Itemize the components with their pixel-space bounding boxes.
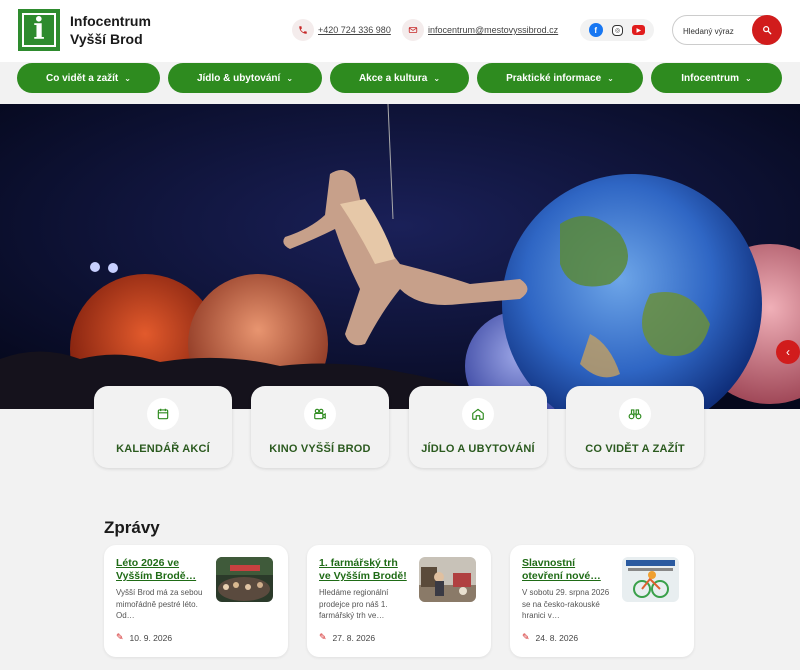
news-card[interactable]: 1. farmářský trh ve Vyšším Brodě! Hledám… — [307, 545, 491, 657]
tile-label: KINO VYŠŠÍ BROD — [269, 443, 371, 455]
news-date: ✎ 27. 8. 2026 — [319, 632, 375, 643]
news-thumbnail[interactable] — [622, 557, 679, 602]
calendar-icon — [147, 398, 179, 430]
youtube-icon[interactable]: ▶ — [632, 25, 646, 35]
news-date-text: 24. 8. 2026 — [535, 632, 579, 643]
news-thumbnail[interactable] — [216, 557, 273, 602]
hero-image: ‹ — [0, 104, 800, 409]
search-icon — [763, 26, 772, 35]
pin-icon: ✎ — [319, 632, 327, 642]
pin-icon: ✎ — [522, 632, 530, 642]
nav-label: Akce a kultura — [358, 72, 428, 84]
news-date: ✎ 10. 9. 2026 — [116, 632, 172, 643]
chevron-down-icon: ⌄ — [433, 73, 441, 83]
site-name[interactable]: Infocentrum Vyšší Brod — [70, 12, 151, 48]
binoculars-icon — [619, 398, 651, 430]
email-link[interactable]: infocentrum@mestovyssibrod.cz — [402, 19, 558, 41]
news-card[interactable]: Léto 2026 ve Vyšším Brodě… Vyšší Brod má… — [104, 545, 288, 657]
site-name-line1: Infocentrum — [70, 13, 151, 29]
mail-icon — [402, 19, 424, 41]
nav-prakticke[interactable]: Praktické informace ⌄ — [477, 63, 643, 93]
info-logo-icon: i — [22, 13, 56, 47]
nav-label: Infocentrum — [681, 72, 740, 84]
tile-kino[interactable]: KINO VYŠŠÍ BROD — [251, 386, 389, 468]
search-box — [672, 15, 782, 45]
search-input[interactable] — [683, 24, 751, 38]
pin-icon: ✎ — [116, 632, 124, 642]
instagram-icon[interactable]: ◎ — [611, 24, 623, 36]
news-date-text: 10. 9. 2026 — [129, 632, 173, 643]
tile-kalendar[interactable]: KALENDÁŘ AKCÍ — [94, 386, 232, 468]
news-excerpt: V sobotu 29. srpna 2026 se na česko-rako… — [522, 588, 610, 620]
tile-label: KALENDÁŘ AKCÍ — [116, 443, 210, 455]
news-title[interactable]: Slavnostní otevření nové… — [522, 557, 612, 583]
nav-co-videt[interactable]: Co vidět a zažít ⌄ — [17, 63, 160, 93]
tile-label: CO VIDĚT A ZAŽÍT — [585, 443, 685, 455]
chevron-left-icon[interactable]: ‹ — [776, 340, 800, 364]
social-links: f ◎ ▶ — [580, 19, 654, 41]
nav-label: Jídlo & ubytování — [196, 72, 281, 84]
nav-label: Co vidět a zažít — [46, 72, 119, 84]
facebook-icon[interactable]: f — [588, 23, 603, 37]
news-thumbnail[interactable] — [419, 557, 476, 602]
chevron-down-icon: ⌄ — [745, 73, 752, 83]
chevron-down-icon: ⌄ — [124, 73, 131, 83]
search-button[interactable] — [752, 15, 782, 45]
home-icon — [462, 398, 494, 430]
phone-icon — [292, 19, 314, 41]
chevron-down-icon: ⌄ — [607, 73, 614, 83]
chevron-down-icon: ⌄ — [286, 73, 294, 83]
nav-akce[interactable]: Akce a kultura ⌄ — [330, 63, 469, 93]
nav-infocentrum[interactable]: Infocentrum ⌄ — [651, 63, 782, 93]
tile-co-videt[interactable]: CO VIDĚT A ZAŽÍT — [566, 386, 704, 468]
nav-jidlo[interactable]: Jídlo & ubytování ⌄ — [168, 63, 322, 93]
film-camera-icon — [304, 398, 336, 430]
news-card[interactable]: Slavnostní otevření nové… V sobotu 29. s… — [510, 545, 694, 657]
tile-jidlo[interactable]: JÍDLO A UBYTOVÁNÍ — [409, 386, 547, 468]
site-name-line2: Vyšší Brod — [70, 31, 143, 47]
site-header: i Infocentrum Vyšší Brod +420 724 336 98… — [0, 0, 800, 62]
phone-number: +420 724 336 980 — [318, 25, 391, 35]
news-excerpt: Vyšší Brod má za sebou mimořádně pestré … — [116, 588, 203, 620]
logo[interactable]: i — [18, 9, 60, 51]
news-heading: Zprávy — [104, 518, 160, 537]
hero-photo — [0, 104, 800, 409]
news-date: ✎ 24. 8. 2026 — [522, 632, 578, 643]
nav-label: Praktické informace — [506, 72, 602, 84]
phone-link[interactable]: +420 724 336 980 — [292, 19, 391, 41]
email-address: infocentrum@mestovyssibrod.cz — [428, 25, 559, 35]
news-date-text: 27. 8. 2026 — [332, 632, 376, 643]
news-title[interactable]: 1. farmářský trh ve Vyšším Brodě! — [319, 557, 409, 583]
news-excerpt: Hledáme regionální prodejce pro náš 1. f… — [319, 588, 389, 620]
news-title[interactable]: Léto 2026 ve Vyšším Brodě… — [116, 557, 206, 583]
tile-label: JÍDLO A UBYTOVÁNÍ — [421, 443, 535, 455]
